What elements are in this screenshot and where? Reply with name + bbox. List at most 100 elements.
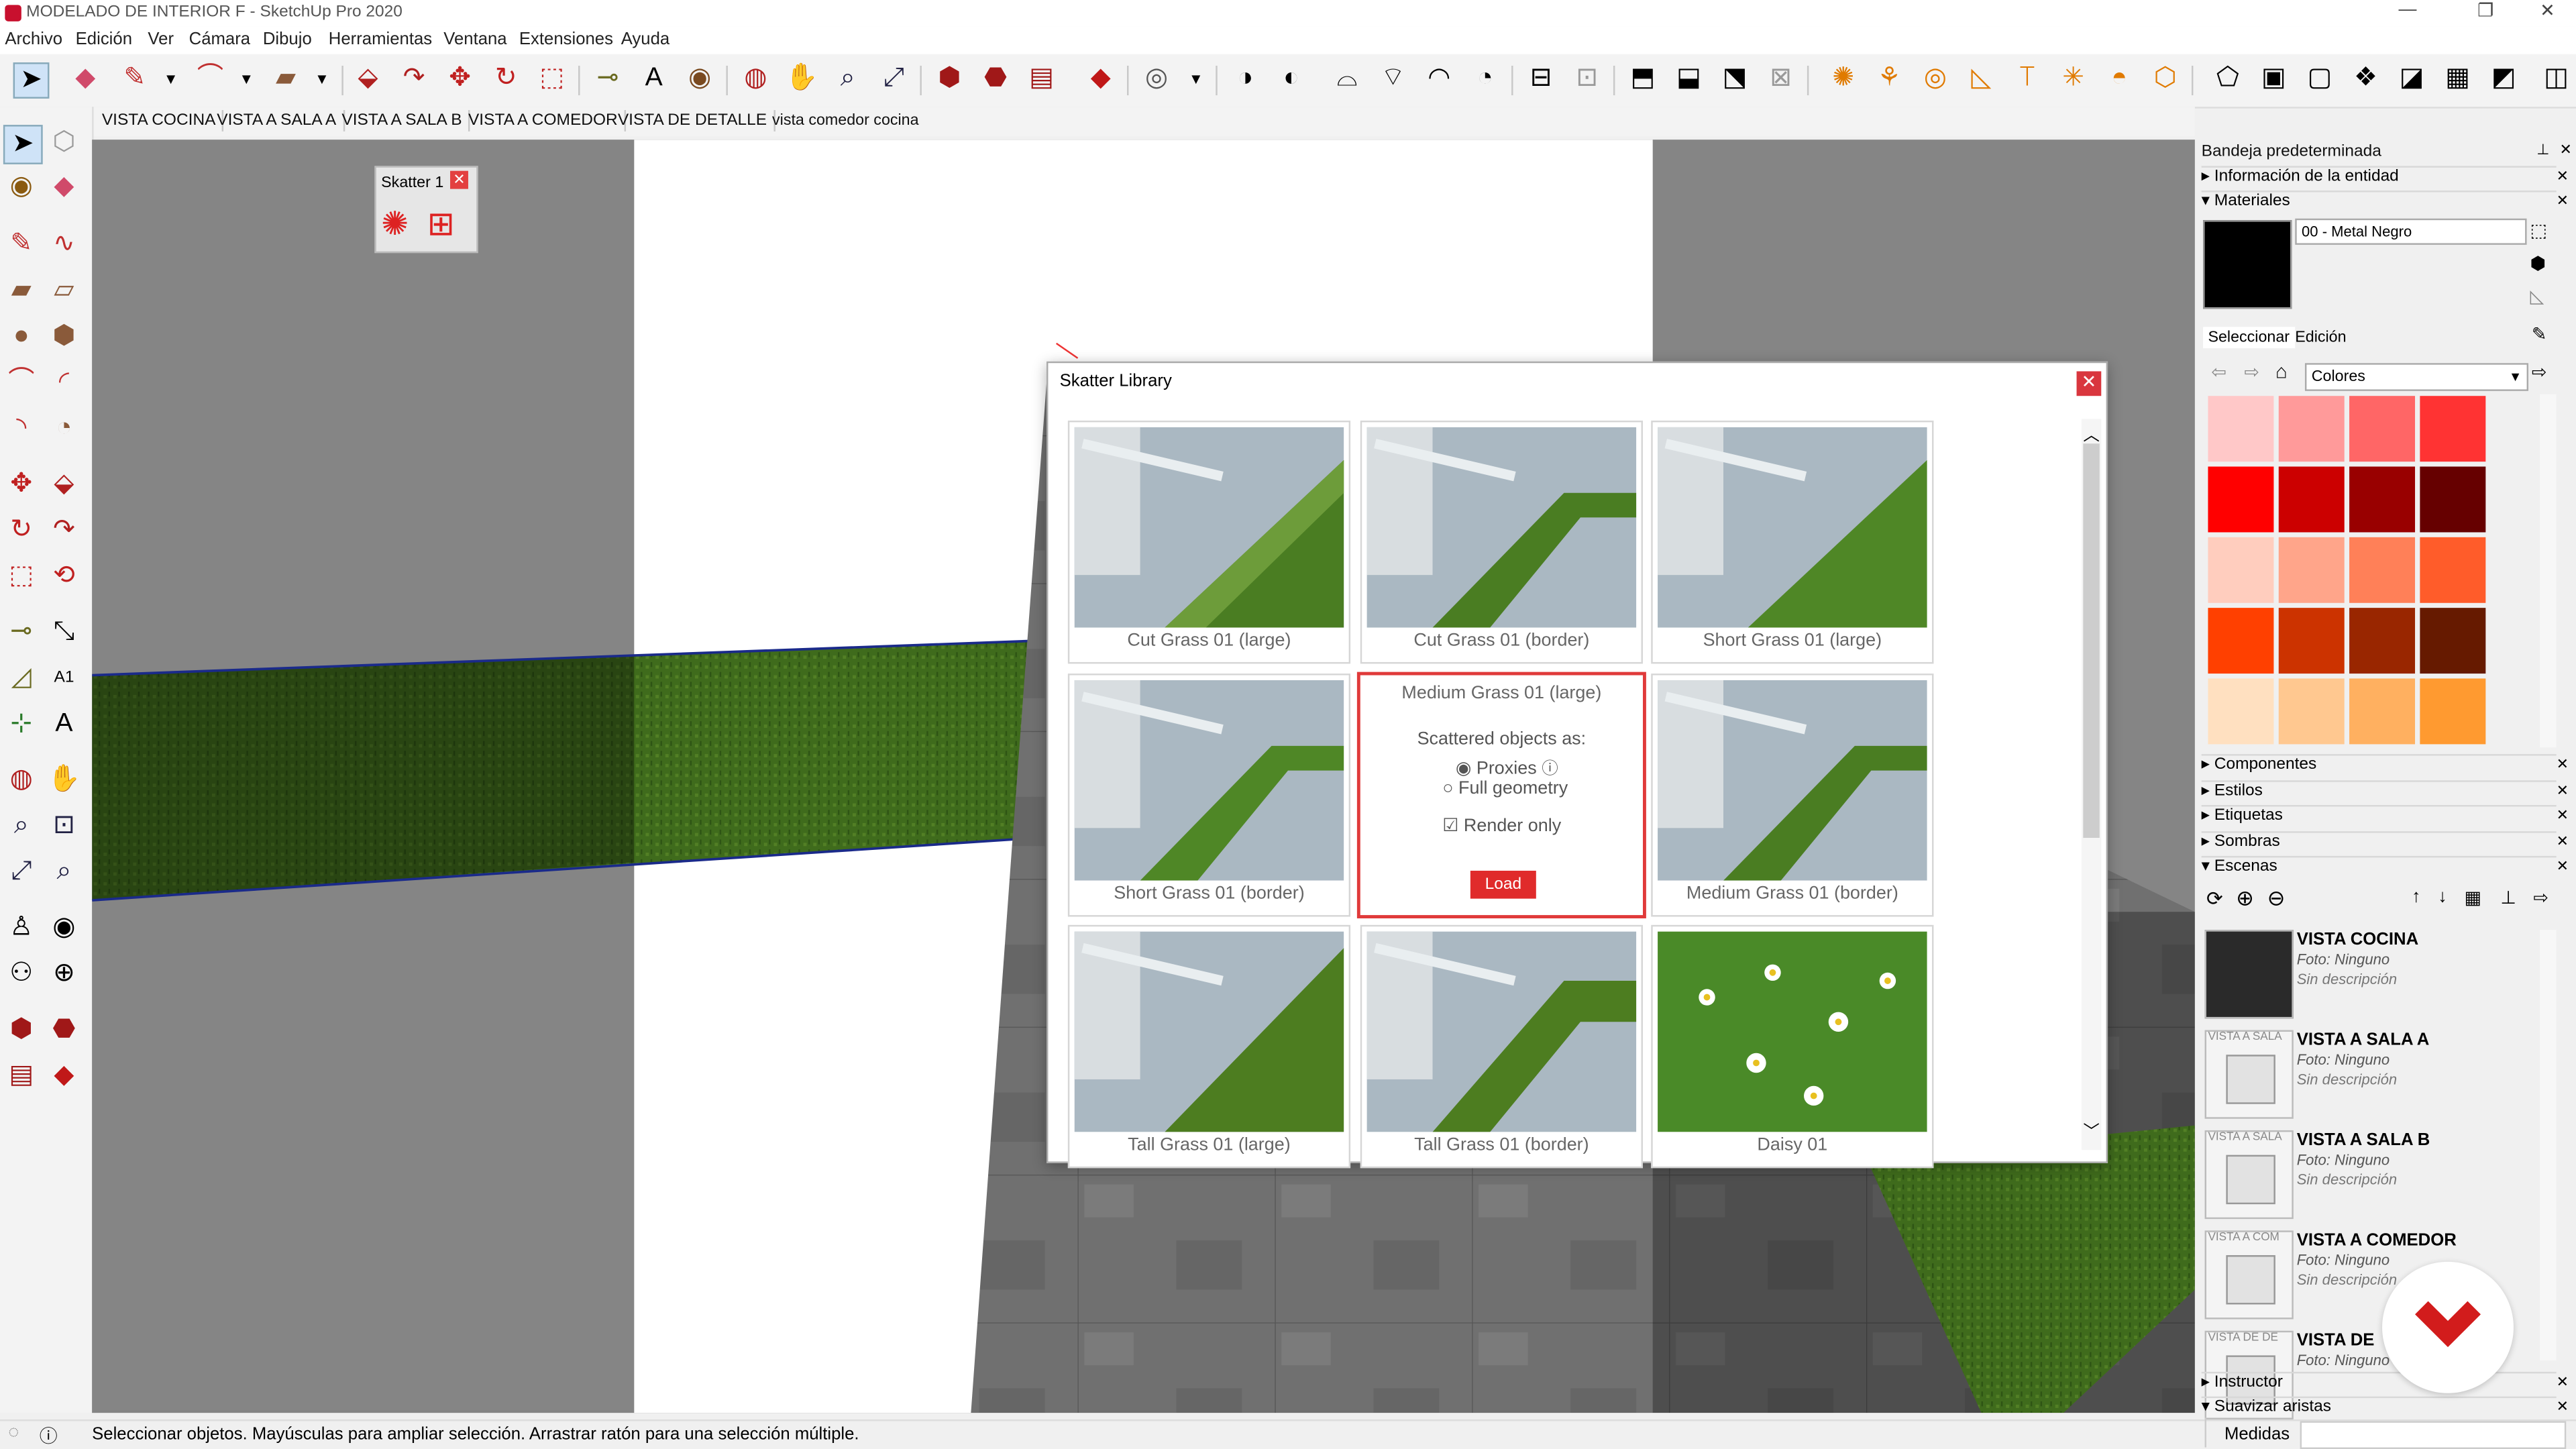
scene-thumbnail[interactable] <box>2204 930 2294 1019</box>
skatter-grid-icon[interactable]: ⊞ <box>427 204 455 245</box>
color-swatch[interactable] <box>2278 537 2345 603</box>
panel-components[interactable]: ▸ Componentes ✕ <box>2201 754 2569 779</box>
rotate-tool-icon[interactable]: ↻ <box>3 513 40 549</box>
menu-edicion[interactable]: Edición <box>76 30 132 49</box>
scene-tab-vista-cocina[interactable]: VISTA COCINA <box>95 110 224 131</box>
menu-archivo[interactable]: Archivo <box>5 30 62 49</box>
three-point-arc-icon[interactable]: ◝ <box>3 411 40 447</box>
polygon-tool-icon[interactable]: ⬢ <box>46 319 83 355</box>
skatter-dome-icon[interactable]: ◓ <box>2103 62 2136 95</box>
close-icon[interactable]: ✕ <box>2557 782 2573 800</box>
move-scene-up-icon[interactable]: ↑ <box>2412 887 2420 906</box>
warehouse-icon[interactable]: ⬢ <box>3 1012 40 1049</box>
measurements-input[interactable] <box>2300 1421 2567 1449</box>
xray-icon[interactable]: ▣ <box>2257 62 2290 95</box>
3d-text-icon[interactable]: A <box>46 706 83 743</box>
sandbox-from-scratch-icon[interactable]: ⌔ <box>1377 62 1409 95</box>
extension-warehouse-icon[interactable]: ⬣ <box>979 62 1012 95</box>
rotate-tool-icon[interactable]: ↻ <box>490 62 523 95</box>
pan-tool-icon[interactable]: ✋ <box>46 762 83 798</box>
scene-thumbnail[interactable]: VISTA A COM <box>2204 1230 2294 1320</box>
scale-tool-icon[interactable]: ⬚ <box>535 62 568 95</box>
home-icon[interactable]: ⌂ <box>2275 360 2288 382</box>
menu-dibujo[interactable]: Dibujo <box>263 30 312 49</box>
selected-library-item[interactable]: Medium Grass 01 (large) Scattered object… <box>1356 672 1646 918</box>
zoom-tool-icon[interactable]: ⌕ <box>831 62 864 95</box>
scene-tab-vista-sala-a[interactable]: VISTA A SALA A <box>210 110 345 131</box>
load-button[interactable]: Load <box>1470 870 1536 899</box>
details-arrow-icon[interactable]: ⇨ <box>2532 362 2547 382</box>
scene-tab-vista-comedor-cocina[interactable]: vista comedor cocina <box>765 110 925 131</box>
section-plane-icon[interactable]: ⊕ <box>46 956 83 992</box>
close-icon[interactable]: ✕ <box>2557 857 2573 875</box>
push-pull-icon[interactable]: ⬙ <box>46 467 83 503</box>
smoove-icon[interactable]: ◠ <box>1423 62 1456 95</box>
panel-materials[interactable]: ▾ Materiales ✕ <box>2201 191 2569 215</box>
view-front-icon[interactable]: ⬒ <box>1627 62 1660 95</box>
color-swatch[interactable] <box>2208 396 2274 462</box>
scene-tab-vista-comedor[interactable]: VISTA A COMEDOR <box>462 110 626 131</box>
eraser-tool-icon[interactable]: ◆ <box>69 62 102 95</box>
library-item[interactable]: Tall Grass 01 (large) <box>1067 924 1351 1169</box>
arc-tool-icon[interactable]: ⌒ <box>3 365 40 401</box>
circle-tool-icon[interactable]: ● <box>3 319 40 355</box>
iso-view-icon[interactable]: ⬠ <box>2211 62 2244 95</box>
forward-arrow-icon[interactable]: ⇨ <box>2244 362 2259 382</box>
display-secondary-icon[interactable]: ⬚ <box>2530 220 2546 241</box>
rectangle-tool-icon[interactable]: ▰ <box>270 62 303 95</box>
panel-styles[interactable]: ▸ Estilos ✕ <box>2201 780 2569 805</box>
move-scene-down-icon[interactable]: ↓ <box>2438 887 2447 906</box>
menu-ventana[interactable]: Ventana <box>443 30 506 49</box>
panel-tags[interactable]: ▸ Etiquetas ✕ <box>2201 805 2569 830</box>
skatter-wire-icon[interactable]: ◺ <box>1965 62 1998 95</box>
swatch-scrollbar[interactable] <box>2540 394 2557 748</box>
chevron-down-icon[interactable]: ▼ <box>306 62 339 95</box>
color-swatch[interactable] <box>2349 537 2416 603</box>
close-icon[interactable]: ✕ <box>2076 371 2102 396</box>
scene-name[interactable]: VISTA DE <box>2297 1331 2375 1350</box>
scene-thumbnail[interactable]: VISTA A SALA <box>2204 1030 2294 1119</box>
material-name-input[interactable]: 00 - Metal Negro <box>2295 218 2527 245</box>
create-material-icon[interactable]: ⬢ <box>2530 253 2546 274</box>
remove-scene-icon[interactable]: ⊖ <box>2267 885 2286 912</box>
user-account-icon[interactable]: ◎ <box>1140 62 1173 95</box>
solid-tools-icon[interactable]: ◑ <box>1229 62 1262 95</box>
pin-icon[interactable]: ⊥ <box>2536 142 2549 160</box>
close-icon[interactable]: ✕ <box>2560 142 2572 160</box>
proxies-radio[interactable]: ◉ Proxies ⓘ <box>1456 754 1558 778</box>
zoom-extents-icon[interactable]: ⤢ <box>3 854 40 890</box>
scene-thumbnail[interactable]: VISTA A SALA <box>2204 1130 2294 1220</box>
panel-soften-edges[interactable]: ▾ Suavizar aristas ✕ <box>2201 1396 2569 1421</box>
ruby-icon[interactable]: ◆ <box>1084 62 1117 95</box>
close-icon[interactable]: ✕ <box>2557 756 2573 774</box>
update-scene-icon[interactable]: ⟳ <box>2206 887 2223 910</box>
eraser-tool-icon[interactable]: ◆ <box>46 169 83 205</box>
line-tool-icon[interactable]: ✎ <box>3 227 40 263</box>
monochrome-icon[interactable]: ◩ <box>2487 62 2520 95</box>
close-icon[interactable]: ✕ <box>2557 1398 2573 1416</box>
add-scene-icon[interactable]: ⊕ <box>2236 885 2254 912</box>
color-swatch[interactable] <box>2420 537 2486 603</box>
scroll-down-icon[interactable]: ﹀ <box>2083 1117 2099 1142</box>
color-swatch[interactable] <box>2349 678 2416 745</box>
dialog-scrollbar-thumb[interactable] <box>2083 443 2100 838</box>
pie-tool-icon[interactable]: ◔ <box>46 411 83 447</box>
color-swatch[interactable] <box>2349 396 2416 462</box>
material-preview-swatch[interactable] <box>2203 220 2292 309</box>
scene-name[interactable]: VISTA A SALA A <box>2297 1030 2430 1050</box>
view-options-icon[interactable]: ▦ <box>2464 887 2481 908</box>
color-swatch[interactable] <box>2349 608 2416 674</box>
tab-select[interactable]: Seleccionar <box>2203 327 2295 349</box>
view-lock-icon[interactable]: ⊠ <box>1764 62 1797 95</box>
color-swatch[interactable] <box>2208 678 2274 745</box>
color-swatch[interactable] <box>2420 608 2486 674</box>
close-window-button[interactable]: ✕ <box>2540 0 2555 21</box>
library-item[interactable]: Cut Grass 01 (border) <box>1360 420 1643 664</box>
chevron-down-icon[interactable]: ▼ <box>230 62 263 95</box>
chevron-down-icon[interactable]: ▼ <box>154 62 187 95</box>
library-item[interactable]: Short Grass 01 (large) <box>1651 420 1934 664</box>
rotated-rectangle-icon[interactable]: ▱ <box>46 273 83 309</box>
color-swatch[interactable] <box>2278 608 2345 674</box>
skatter-icon[interactable]: ✺ <box>1827 62 1860 95</box>
style-icon[interactable]: ◫ <box>2540 62 2573 95</box>
